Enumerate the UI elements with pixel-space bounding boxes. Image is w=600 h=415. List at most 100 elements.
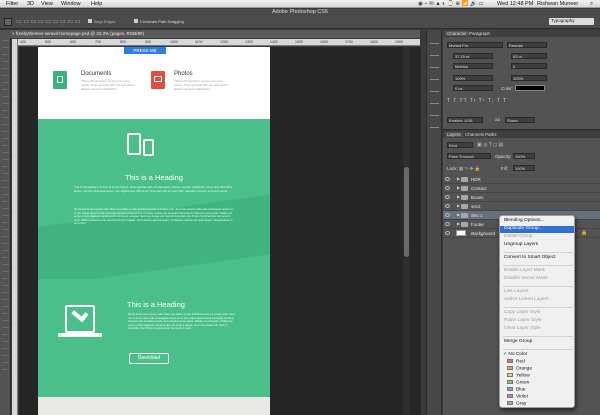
align-edges-checkbox[interactable] <box>88 19 92 23</box>
color-item-green[interactable]: Green <box>507 380 577 387</box>
color-label: No Color <box>508 352 528 357</box>
menu-separator <box>503 307 573 308</box>
menu-item-disable-vector-mask[interactable]: Disable Vector Mask <box>504 276 574 283</box>
eye-icon[interactable] <box>445 222 450 226</box>
horizontal-scale-field[interactable]: 100% <box>511 75 547 81</box>
language-select[interactable]: English: USA <box>447 117 483 123</box>
tool-icons[interactable] <box>2 34 9 374</box>
menu-item-clear-layer-style[interactable]: Clear Layer Style <box>504 326 574 333</box>
menu-item-duplicate-group[interactable]: Duplicate Group... <box>500 226 574 233</box>
eye-icon[interactable] <box>445 177 450 181</box>
menu-item-select-linked-layers[interactable]: Select Linked Layers <box>504 297 574 304</box>
folder-icon <box>461 222 468 227</box>
clock[interactable]: Wed 12:48 PM <box>497 1 533 7</box>
tab-character[interactable]: Character <box>445 31 469 36</box>
kerning-field[interactable]: Metrics <box>453 63 493 69</box>
disclosure-triangle-icon[interactable]: ▶ <box>457 194 460 199</box>
ruler-tick: 800 <box>120 40 126 44</box>
menu-window[interactable]: Window <box>61 1 81 7</box>
color-label: Blue <box>516 387 526 393</box>
filter-icons[interactable]: ▣ ◎ T ◻ ▤ <box>477 142 503 148</box>
spotlight-icon[interactable]: ⌕ <box>590 1 593 8</box>
ruler-tick: 1900 <box>395 40 403 44</box>
press-me-button[interactable]: PRESS ME <box>124 47 166 54</box>
color-label: Red <box>516 359 525 365</box>
baseline-field[interactable]: 0 px <box>453 85 493 91</box>
scrollbar-thumb[interactable] <box>404 167 409 257</box>
color-item-gray[interactable]: Gray <box>507 401 577 408</box>
tracking-field[interactable]: 0 <box>511 63 547 69</box>
menu-item-copy-layer-style[interactable]: Copy Layer Style <box>504 310 574 317</box>
workspace-switcher[interactable]: Typography <box>549 18 594 25</box>
eye-icon[interactable] <box>445 231 450 235</box>
ruler-tick: 1600 <box>320 40 328 44</box>
menu-item-convert-smart-object[interactable]: Convert to Smart Object <box>504 255 574 262</box>
phone-icon <box>143 139 154 156</box>
color-item-violet[interactable]: Violet <box>507 394 577 401</box>
menu-item-link-layers[interactable]: Link Layers <box>504 289 574 296</box>
photos-text: This is Photoshop's version of Lorem Ips… <box>174 79 229 91</box>
color-item-yellow[interactable]: Yellow <box>507 373 577 380</box>
disclosure-triangle-icon[interactable]: ▶ <box>457 212 460 217</box>
layer-row[interactable]: ▶ HDR <box>443 175 600 184</box>
download-button[interactable]: Download <box>129 353 169 364</box>
font-style-select[interactable]: Regular <box>507 42 547 48</box>
menu-help[interactable]: Help <box>91 1 102 7</box>
tool-preset-icon[interactable] <box>4 18 12 26</box>
user-name[interactable]: Rishwan Muneer <box>537 1 578 7</box>
kind-filter-select[interactable]: Kind <box>447 142 473 148</box>
layer-row[interactable]: ▶ sec2 <box>443 202 600 211</box>
color-item-blue[interactable]: Blue <box>507 387 577 394</box>
menu-item-blending-options[interactable]: Blending Options... <box>504 218 574 225</box>
menu-item-enable-layer-mask[interactable]: Enable Layer Mask <box>504 268 574 275</box>
opacity-field[interactable]: 100% <box>513 153 535 159</box>
color-item-orange[interactable]: Orange <box>507 366 577 373</box>
ruler-tick: 1300 <box>245 40 253 44</box>
ruler-tick: 1400 <box>270 40 278 44</box>
disclosure-triangle-icon[interactable]: ▶ <box>457 203 460 208</box>
leading-field[interactable]: 62 pt <box>511 53 547 59</box>
menu-item-paste-layer-style[interactable]: Paste Layer Style <box>504 318 574 325</box>
menu-item-merge-group[interactable]: Merge Group <box>504 339 574 346</box>
eye-icon[interactable] <box>445 204 450 208</box>
tab-paths[interactable]: Paths <box>485 132 497 137</box>
menu-item-delete-group[interactable]: Delete Group <box>504 234 574 241</box>
vertical-ruler <box>12 39 18 415</box>
orange-swatch <box>507 366 513 370</box>
font-family-select[interactable]: Myriad Pro <box>447 42 503 48</box>
color-item-red[interactable]: Red <box>507 359 577 366</box>
folder-icon <box>461 177 468 182</box>
type-style-buttons[interactable]: T T TT Tr T¹ T₁ T T <box>447 98 507 104</box>
ruler-tick: 1500 <box>295 40 303 44</box>
menu-view[interactable]: View <box>41 1 53 7</box>
menu-3d[interactable]: 3D <box>27 1 34 7</box>
layer-row[interactable]: ▶ Boxes <box>443 193 600 202</box>
antialias-select[interactable]: Sharp <box>505 117 535 123</box>
eye-icon[interactable] <box>445 186 450 190</box>
document-tab[interactable]: × freebythemes-seravit-homepage.psd @ 33… <box>10 30 420 38</box>
tab-paragraph[interactable]: Paragraph <box>469 31 490 36</box>
layer-row[interactable]: ▶ Contact <box>443 184 600 193</box>
tab-channels[interactable]: Channels <box>465 132 484 137</box>
tab-layers[interactable]: Layers <box>445 132 463 137</box>
canvas-scrollbar[interactable] <box>403 47 410 415</box>
eye-icon[interactable] <box>445 213 450 217</box>
disclosure-triangle-icon[interactable]: ▶ <box>457 221 460 226</box>
lock-icons[interactable]: ▦ ✎ ✥ 🔒 <box>459 166 480 172</box>
disclosure-triangle-icon[interactable]: ▶ <box>457 185 460 190</box>
color-item-no-color[interactable]: ✓ No Color <box>503 352 573 359</box>
constrain-label: Constrain Path Dragging <box>140 19 184 24</box>
menu-filter[interactable]: Filter <box>6 1 18 7</box>
eye-icon[interactable] <box>445 195 450 199</box>
fill-field[interactable]: 100% <box>513 165 535 171</box>
disclosure-triangle-icon[interactable]: ▶ <box>457 176 460 181</box>
constrain-checkbox[interactable] <box>134 19 138 23</box>
menu-item-ungroup-layers[interactable]: Ungroup Layers <box>504 242 574 249</box>
text-color-swatch[interactable] <box>515 85 545 91</box>
document-canvas[interactable]: PRESS ME Documents This is Photoshop's v… <box>38 47 270 415</box>
font-size-field[interactable]: 37.25 pt <box>453 53 493 59</box>
align-icons[interactable]: ▭ ▭ ▭ ▭ ▭ ▭ ▭ ▭ ▭ <box>16 18 80 25</box>
vertical-scale-field[interactable]: 100% <box>453 75 493 81</box>
blend-mode-select[interactable]: Pass Through <box>447 153 491 159</box>
panel-icons[interactable] <box>430 35 439 135</box>
